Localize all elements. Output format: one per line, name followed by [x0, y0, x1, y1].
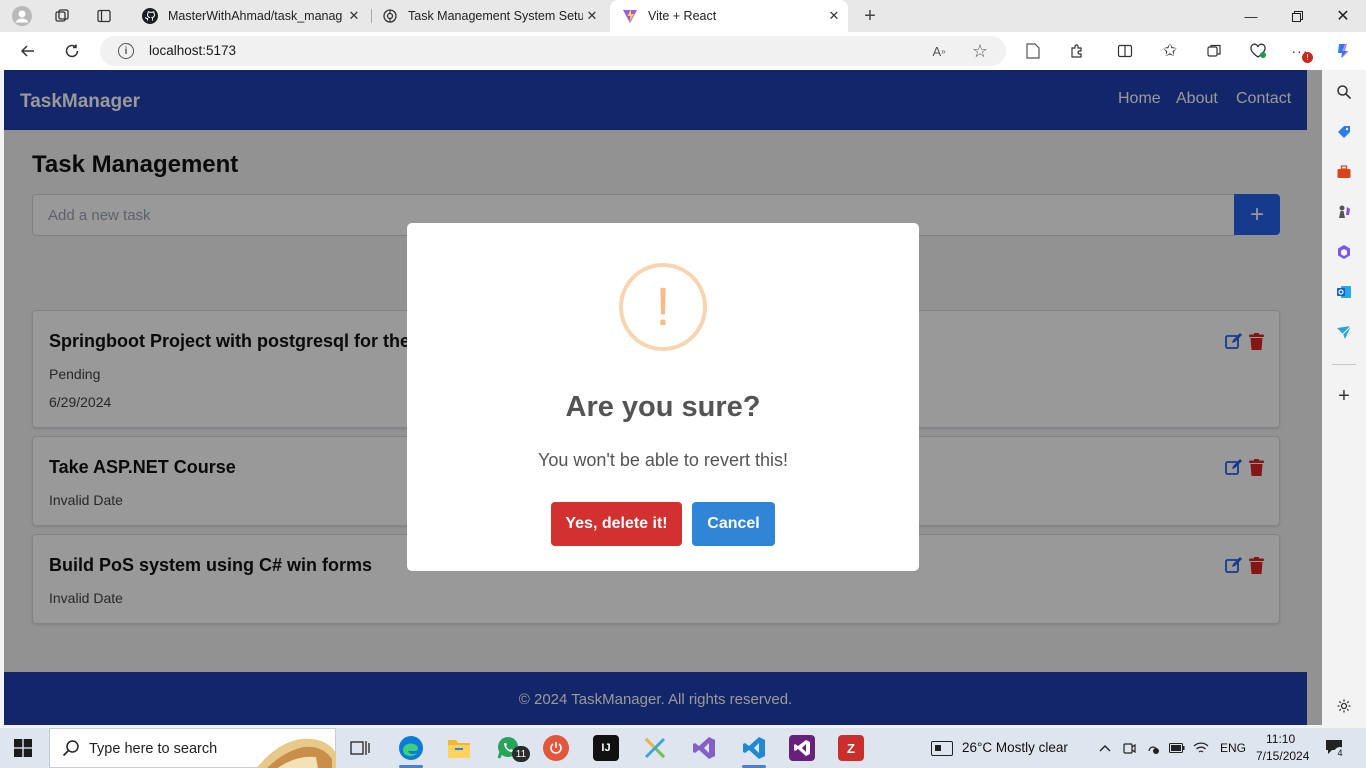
battery-icon[interactable] [1169, 740, 1185, 756]
vite-icon [622, 8, 638, 24]
read-aloud-icon[interactable]: A» [930, 42, 948, 60]
url-text: localhost:5173 [149, 43, 237, 58]
vscode-icon[interactable] [740, 734, 768, 762]
outlook-icon[interactable] [1334, 282, 1354, 302]
dialog-message: You won't be able to revert this! [538, 450, 788, 470]
file-explorer-icon[interactable] [445, 734, 473, 762]
workspaces-icon[interactable] [52, 6, 72, 26]
new-tab-icon[interactable]: + [860, 5, 880, 27]
meet-now-icon[interactable] [1121, 740, 1137, 756]
address-bar[interactable]: i localhost:5173 A» ☆ [100, 36, 1006, 66]
tab-github[interactable]: MasterWithAhmad/task_manage ✕ [130, 0, 370, 32]
power-app-icon[interactable] [543, 735, 569, 761]
confirm-dialog: ! Are you sure? You won't be able to rev… [407, 223, 919, 571]
search-icon [62, 740, 79, 757]
notification-center-icon[interactable]: 4 [1325, 739, 1346, 759]
collections-icon[interactable] [1204, 41, 1224, 61]
taskbar-search[interactable]: Type here to search [49, 728, 336, 768]
visual-studio-icon[interactable] [690, 734, 718, 762]
github-icon [142, 8, 158, 24]
profile-icon[interactable] [12, 6, 32, 26]
tab-title: Task Management System Setup [408, 9, 583, 23]
show-hidden-icons-chevron-up-icon[interactable] [1097, 740, 1113, 756]
cancel-button[interactable]: Cancel [692, 502, 775, 546]
dialog-title: Are you sure? [565, 391, 761, 423]
extensions-icon[interactable] [1067, 41, 1087, 61]
restore-icon[interactable] [1274, 0, 1320, 32]
clock-time[interactable]: 11:10 [1266, 732, 1295, 746]
drop-send-icon[interactable] [1334, 322, 1354, 342]
wifi-icon[interactable] [1193, 740, 1209, 756]
refresh-icon[interactable] [62, 41, 82, 61]
microsoft365-icon[interactable] [1334, 242, 1354, 262]
favorite-star-icon[interactable]: ☆ [971, 41, 989, 61]
weather-text[interactable]: 26°C Mostly clear [962, 740, 1068, 755]
games-icon[interactable] [1334, 202, 1354, 222]
sidebar-divider [1332, 364, 1356, 365]
close-tab-icon[interactable]: ✕ [584, 8, 600, 24]
task-view-icon[interactable] [346, 734, 374, 762]
intellij-idea-icon[interactable]: IJ [593, 735, 619, 761]
news-widget-icon[interactable] [931, 741, 953, 756]
close-tab-icon[interactable]: ✕ [826, 8, 842, 24]
tools-icon[interactable] [1334, 162, 1354, 182]
edge-taskbar-icon[interactable] [397, 734, 425, 762]
edge-sidebar: + [1322, 70, 1366, 726]
copilot-icon[interactable] [1333, 41, 1353, 61]
split-screen-icon[interactable] [1115, 41, 1135, 61]
minimize-icon[interactable]: — [1228, 0, 1274, 32]
sidebar-search-icon[interactable] [1334, 82, 1354, 102]
shopping-tag-icon[interactable] [1334, 122, 1354, 142]
favorites-icon[interactable]: ✩ [1160, 41, 1180, 61]
whatsapp-badge: 11 [512, 746, 530, 762]
tab-title: MasterWithAhmad/task_manage [168, 9, 343, 23]
close-tab-icon[interactable]: ✕ [346, 8, 362, 24]
browser-toolbar: i localhost:5173 A» ☆ ✩ ··· ! [0, 32, 1366, 70]
warning-icon: ! [619, 263, 707, 351]
back-icon[interactable] [18, 41, 38, 61]
site-info-icon[interactable]: i [118, 43, 134, 59]
filezilla-icon[interactable]: Z [838, 735, 864, 761]
workbench-app-icon[interactable] [641, 734, 669, 762]
input-language[interactable]: ENG [1220, 741, 1246, 755]
visual-studio-2-icon[interactable] [789, 735, 815, 761]
clock-date[interactable]: 7/15/2024 [1256, 749, 1309, 763]
confirm-delete-button[interactable]: Yes, delete it! [551, 502, 682, 546]
reader-view-icon[interactable] [1023, 41, 1043, 61]
search-placeholder: Type here to search [89, 741, 218, 757]
update-badge: ! [1302, 52, 1313, 63]
add-sidebar-app-icon[interactable]: + [1334, 385, 1354, 407]
browser-tab-bar: MasterWithAhmad/task_manage ✕ Task Manag… [0, 0, 1366, 32]
tab-vite-react[interactable]: Vite + React ✕ [610, 0, 848, 32]
tab-actions-icon[interactable] [94, 6, 114, 26]
sidebar-settings-gear-icon[interactable] [1334, 696, 1354, 716]
notification-count: 4 [1334, 747, 1346, 759]
network-icon[interactable] [1145, 740, 1161, 756]
tab-chatgpt[interactable]: Task Management System Setup ✕ [370, 0, 608, 32]
windows-taskbar: Type here to search 11 IJ Z 26°C Mostly [0, 728, 1366, 768]
tab-title: Vite + React [648, 9, 717, 23]
close-window-icon[interactable]: ✕ [1320, 0, 1366, 32]
windows-start-icon[interactable] [14, 739, 32, 757]
performance-icon[interactable] [1248, 41, 1268, 61]
chatgpt-icon [382, 8, 398, 24]
search-highlight-illustration-icon [256, 738, 336, 768]
warning-mark: ! [655, 277, 671, 337]
